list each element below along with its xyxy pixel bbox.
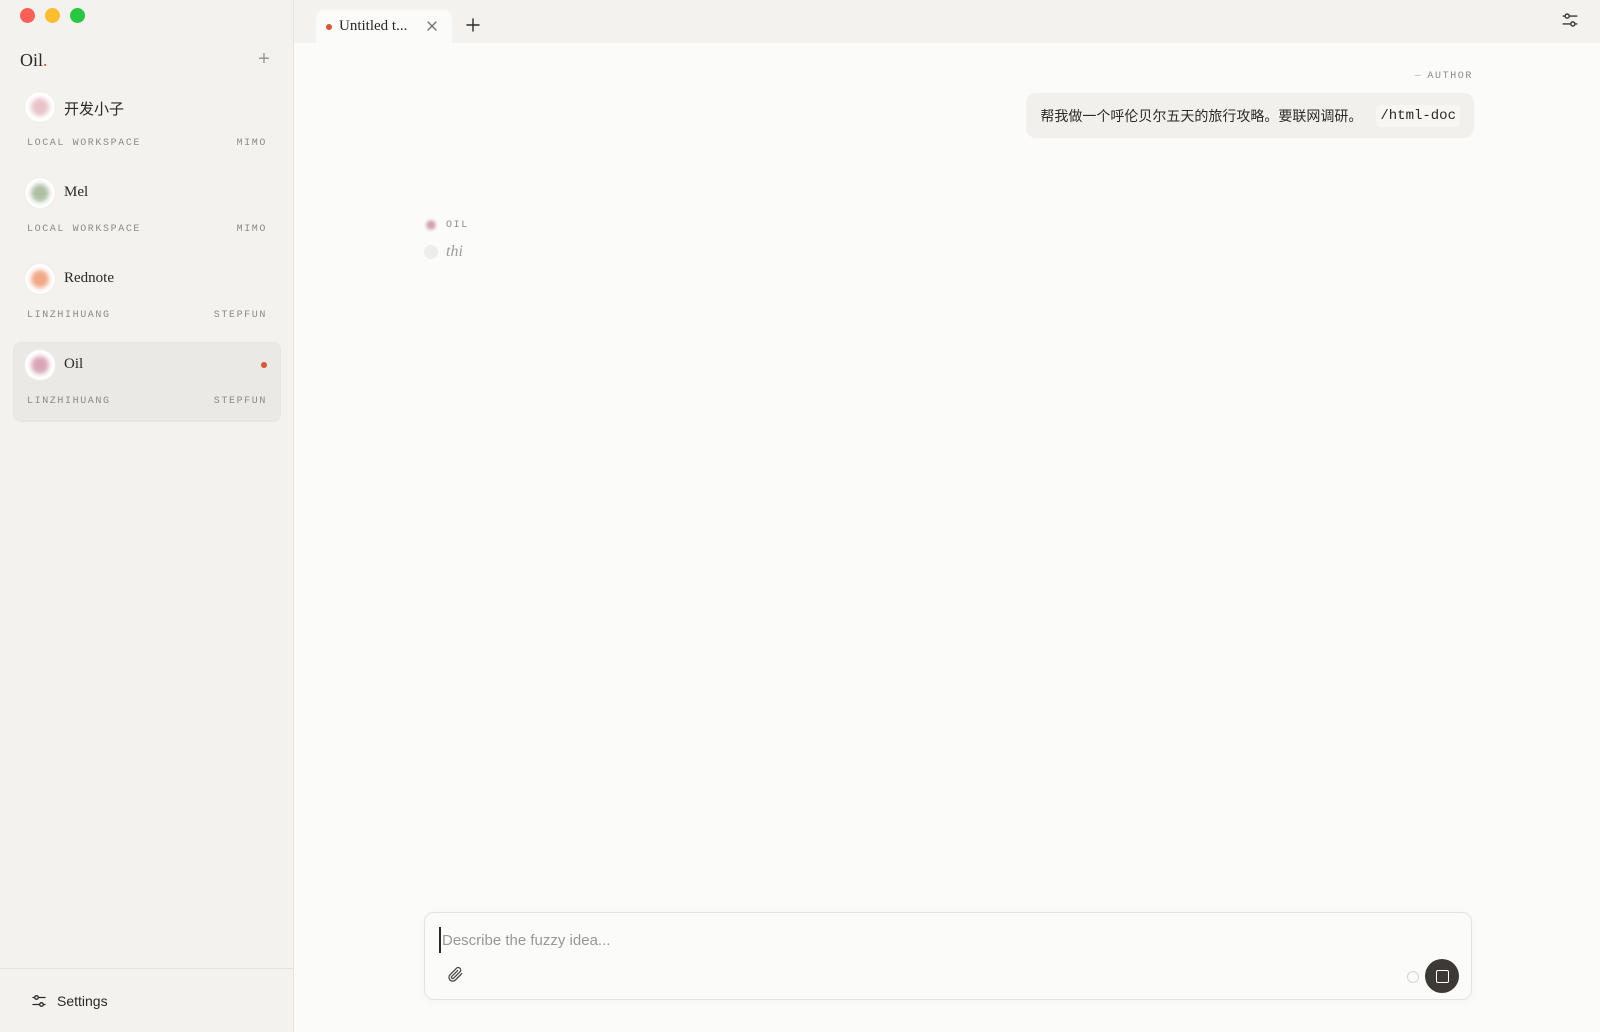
tab-bar: Untitled t... [294,0,1600,43]
app-window: Oil. + 开发小子 LOCAL WORKSPACE MIMO Mel LOC… [0,0,1600,1032]
thinking-indicator [424,245,438,259]
project-model: MIMO [236,224,267,235]
assistant-avatar [424,218,438,232]
project-meta: LOCAL WORKSPACE MIMO [27,224,267,235]
stop-generation-button[interactable] [1425,959,1459,993]
project-model: STEPFUN [213,310,267,321]
assistant-streaming-text: thi [446,243,463,260]
project-avatar [25,178,55,208]
project-name: Oil [64,356,84,372]
project-item[interactable]: Mel LOCAL WORKSPACE MIMO [13,170,281,250]
main-panel: Untitled t... — AUTHOR 帮我做一个呼伦贝尔五天的旅行攻略。… [294,0,1600,1032]
panel-settings-button[interactable] [1560,11,1580,31]
add-project-button[interactable]: + [254,49,274,69]
project-item-active[interactable]: Oil LINZHIHUANG STEPFUN [13,342,281,422]
close-icon [427,21,437,31]
zoom-window-button[interactable] [70,8,85,23]
project-workspace: LOCAL WORKSPACE [27,224,142,235]
author-label-text: AUTHOR [1427,71,1473,82]
sidebar: Oil. + 开发小子 LOCAL WORKSPACE MIMO Mel LOC… [0,0,294,1032]
assistant-name: OIL [446,219,469,231]
project-item[interactable]: 开发小子 LOCAL WORKSPACE MIMO [13,84,281,164]
composer [424,912,1472,1000]
assistant-body: thi [424,243,469,261]
project-name: Rednote [64,270,114,286]
brand-dot: . [43,50,48,70]
project-name: Mel [64,184,89,200]
brand-name: Oil [20,50,44,70]
project-workspace: LOCAL WORKSPACE [27,138,142,149]
command-chip: /html-doc [1376,104,1460,127]
attach-button[interactable] [445,965,465,985]
author-dash: — [1414,71,1423,82]
project-model: MIMO [236,138,267,149]
sliders-icon [32,995,46,1007]
loading-spinner-icon [1407,971,1419,983]
tab-close-button[interactable] [424,18,440,34]
paperclip-icon [448,967,463,982]
project-avatar [25,350,55,380]
project-workspace: LINZHIHUANG [27,310,111,321]
project-workspace: LINZHIHUANG [27,396,111,407]
plus-icon [466,18,480,32]
project-model: STEPFUN [213,396,267,407]
user-message-text: 帮我做一个呼伦贝尔五天的旅行攻略。要联网调研。 [1040,107,1363,124]
new-tab-button[interactable] [463,15,483,35]
unread-indicator [261,362,267,368]
assistant-header: OIL [424,218,469,232]
stop-icon [1435,969,1449,983]
minimize-window-button[interactable] [45,8,60,23]
close-window-button[interactable] [20,8,35,23]
plus-icon: + [258,48,270,70]
tab-title: Untitled t... [339,18,408,34]
tab-untitled[interactable]: Untitled t... [316,10,452,43]
author-label: — AUTHOR [1415,71,1473,82]
project-item[interactable]: Rednote LINZHIHUANG STEPFUN [13,256,281,336]
project-meta: LINZHIHUANG STEPFUN [27,310,267,321]
app-brand: Oil. [20,50,48,71]
settings-button[interactable]: Settings [31,993,108,1009]
project-meta: LOCAL WORKSPACE MIMO [27,138,267,149]
project-list: 开发小子 LOCAL WORKSPACE MIMO Mel LOCAL WORK… [13,84,281,428]
project-avatar [25,92,55,122]
sidebar-footer: Settings [0,968,293,1032]
user-message-bubble: 帮我做一个呼伦贝尔五天的旅行攻略。要联网调研。 /html-doc [1026,93,1474,138]
settings-label: Settings [57,993,108,1009]
project-avatar [25,264,55,294]
tab-modified-dot [326,23,332,30]
sliders-icon [1562,13,1578,27]
window-controls [20,8,85,23]
prompt-input[interactable] [439,927,1344,953]
project-name: 开发小子 [64,102,125,118]
project-meta: LINZHIHUANG STEPFUN [27,396,267,407]
assistant-message: OIL thi [424,218,469,261]
